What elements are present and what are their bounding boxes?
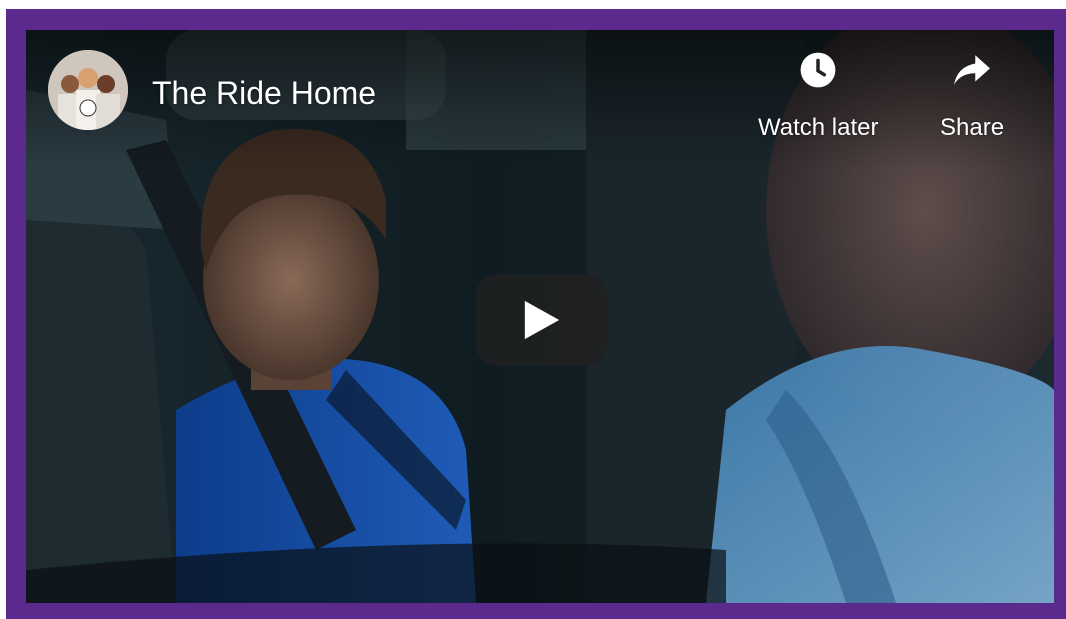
embed-frame: The Ride Home Watch later Share [6,9,1066,619]
share-button[interactable]: Share [940,46,1004,142]
play-button[interactable] [476,274,608,366]
video-title-link[interactable]: The Ride Home [152,74,376,112]
play-icon [524,300,560,340]
watch-later-label: Watch later [758,114,879,141]
video-player[interactable]: The Ride Home Watch later Share [26,30,1054,603]
share-label: Share [940,114,1005,141]
share-arrow-icon [948,46,996,94]
clock-icon [794,46,842,94]
channel-avatar[interactable] [48,50,128,130]
watch-later-button[interactable]: Watch later [758,46,878,142]
